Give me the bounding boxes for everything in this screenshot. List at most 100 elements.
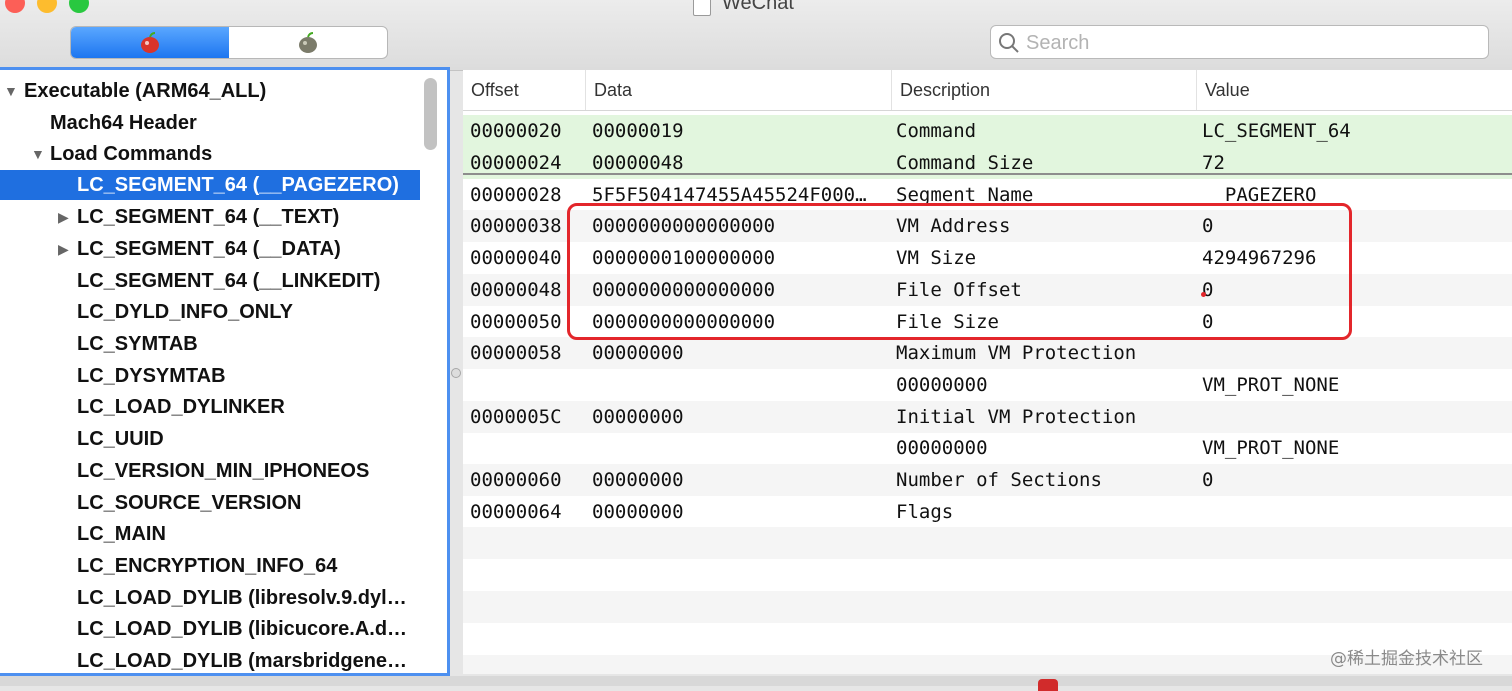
table-row[interactable]: 00000064 00000000 Flags	[463, 496, 1512, 528]
tree-item-load-dylib-libicucore[interactable]: LC_LOAD_DYLIB (libicucore.A.d…	[0, 614, 420, 644]
tree-item-label: LC_LOAD_DYLIB (libresolv.9.dyl…	[77, 587, 407, 609]
tree-item-main[interactable]: LC_MAIN	[0, 519, 420, 549]
tree-item-load-dylinker[interactable]: LC_LOAD_DYLINKER	[0, 392, 420, 422]
offset-cell: 00000064	[470, 501, 562, 523]
offset-cell: 00000058	[470, 342, 562, 364]
data-cell: 00000000	[592, 501, 684, 523]
value-cell: VM_PROT_NONE	[1202, 374, 1340, 396]
segment-raw-view[interactable]	[71, 27, 229, 58]
tree-item-label: LC_MAIN	[77, 523, 166, 545]
table-row[interactable]: 00000058 00000000 Maximum VM Protection	[463, 337, 1512, 369]
tree-item-source-version[interactable]: LC_SOURCE_VERSION	[0, 488, 420, 518]
disclosure-expanded-icon[interactable]: ▼	[4, 76, 18, 106]
description-cell: 00000000	[896, 437, 988, 459]
table-row[interactable]: 00000060 00000000 Number of Sections 0	[463, 464, 1512, 496]
tree-item-label: LC_ENCRYPTION_INFO_64	[77, 555, 338, 577]
table-row[interactable]: 00000020 00000019 Command LC_SEGMENT_64	[463, 115, 1512, 147]
description-cell: Command	[896, 120, 977, 142]
split-view-handle[interactable]	[451, 368, 461, 378]
search-field[interactable]	[990, 25, 1489, 59]
tree-item-load-commands[interactable]: ▼ Load Commands	[0, 139, 420, 169]
tree-item-label: LC_LOAD_DYLIB (marsbridgene…	[77, 650, 408, 672]
tree-item-encryption-info[interactable]: LC_ENCRYPTION_INFO_64	[0, 551, 420, 581]
tree-item-label: LC_VERSION_MIN_IPHONEOS	[77, 460, 370, 482]
tree-item-segment-text[interactable]: ▶ LC_SEGMENT_64 (__TEXT)	[0, 202, 420, 232]
tree-item-version-min-iphoneos[interactable]: LC_VERSION_MIN_IPHONEOS	[0, 456, 420, 486]
table-row[interactable]: 0000005C 00000000 Initial VM Protection	[463, 401, 1512, 433]
tree-item-label: LC_LOAD_DYLIB (libicucore.A.d…	[77, 618, 408, 640]
tree-item-segment-data[interactable]: ▶ LC_SEGMENT_64 (__DATA)	[0, 234, 420, 264]
column-header-data[interactable]: Data	[585, 70, 891, 110]
tree-item-label: LC_SYMTAB	[77, 333, 198, 355]
offset-cell: 00000048	[470, 279, 562, 301]
stop-icon	[1038, 679, 1058, 691]
offset-cell: 00000038	[470, 215, 562, 237]
tree-item-label: LC_SEGMENT_64 (__PAGEZERO)	[77, 174, 399, 196]
disclosure-collapsed-icon[interactable]: ▶	[58, 234, 69, 264]
search-icon	[999, 33, 1019, 53]
description-cell: Maximum VM Protection	[896, 342, 1137, 364]
offset-cell: 00000040	[470, 247, 562, 269]
column-header-description[interactable]: Description	[891, 70, 1197, 110]
offset-cell: 00000028	[470, 184, 562, 206]
tree-item-executable[interactable]: ▼ Executable (ARM64_ALL)	[0, 76, 420, 106]
column-header-offset[interactable]: Offset	[463, 70, 585, 110]
load-commands-tree[interactable]: ▼ Executable (ARM64_ALL) Mach64 Header ▼…	[0, 67, 450, 676]
annotation-highlight-box	[567, 203, 1352, 340]
table-row[interactable]: 00000000 VM_PROT_NONE	[463, 432, 1512, 464]
tree-item-segment-pagezero[interactable]: LC_SEGMENT_64 (__PAGEZERO)	[0, 170, 420, 200]
gray-apple-icon	[299, 31, 317, 53]
value-cell: 0	[1202, 469, 1214, 491]
tree-item-mach64-header[interactable]: Mach64 Header	[0, 108, 420, 138]
view-segmented-control[interactable]	[70, 26, 388, 59]
zoom-window-button[interactable]	[69, 0, 89, 13]
offset-cell: 00000020	[470, 120, 562, 142]
tree-item-symtab[interactable]: LC_SYMTAB	[0, 329, 420, 359]
tree-item-label: LC_UUID	[77, 428, 164, 450]
red-apple-icon	[141, 31, 159, 53]
tree-item-load-dylib-libresolv[interactable]: LC_LOAD_DYLIB (libresolv.9.dyl…	[0, 583, 420, 613]
tree-scrollbar-thumb[interactable]	[424, 78, 437, 150]
offset-cell: 00000050	[470, 311, 562, 333]
tree-item-label: LC_LOAD_DYLINKER	[77, 396, 285, 418]
detail-table[interactable]: Offset Data Description Value 00000020 0…	[463, 70, 1512, 674]
tree-item-dyld-info-only[interactable]: LC_DYLD_INFO_ONLY	[0, 297, 420, 327]
description-cell: Initial VM Protection	[896, 406, 1137, 428]
description-cell: 00000000	[896, 374, 988, 396]
data-cell: 00000019	[592, 120, 684, 142]
value-cell: VM_PROT_NONE	[1202, 437, 1340, 459]
tree-item-load-dylib-marsbridge[interactable]: LC_LOAD_DYLIB (marsbridgene…	[0, 646, 420, 673]
close-window-button[interactable]	[5, 0, 25, 13]
search-input[interactable]	[1024, 29, 1478, 57]
tree-item-dysymtab[interactable]: LC_DYSYMTAB	[0, 361, 420, 391]
document-icon	[693, 0, 711, 16]
data-cell: 00000000	[592, 469, 684, 491]
tree-item-label: Mach64 Header	[50, 112, 197, 134]
offset-cell: 00000060	[470, 469, 562, 491]
window-title: WeChat	[722, 0, 794, 14]
minimize-window-button[interactable]	[37, 0, 57, 13]
bottom-status-bar	[0, 676, 1512, 686]
offset-cell: 0000005C	[470, 406, 562, 428]
tree-item-label: LC_DYLD_INFO_ONLY	[77, 301, 293, 323]
annotation-dot	[1201, 292, 1206, 297]
tree-item-uuid[interactable]: LC_UUID	[0, 424, 420, 454]
description-cell: Number of Sections	[896, 469, 1102, 491]
empty-row	[463, 527, 1512, 559]
table-row[interactable]: 00000000 VM_PROT_NONE	[463, 369, 1512, 401]
data-cell: 00000000	[592, 342, 684, 364]
tree-item-label: LC_SOURCE_VERSION	[77, 492, 302, 514]
value-cell: LC_SEGMENT_64	[1202, 120, 1351, 142]
column-header-value[interactable]: Value	[1196, 70, 1512, 110]
tree-item-segment-linkedit[interactable]: LC_SEGMENT_64 (__LINKEDIT)	[0, 266, 420, 296]
description-cell: Flags	[896, 501, 954, 523]
disclosure-collapsed-icon[interactable]: ▶	[58, 202, 69, 232]
group-separator	[463, 173, 1512, 175]
tree-item-label: Executable (ARM64_ALL)	[24, 80, 267, 102]
tree-item-label: Load Commands	[50, 143, 213, 165]
segment-rva-view[interactable]	[229, 27, 387, 58]
watermark: @稀土掘金技术社区	[1330, 649, 1483, 669]
table-header: Offset Data Description Value	[463, 70, 1512, 111]
data-cell: 00000000	[592, 406, 684, 428]
disclosure-expanded-icon[interactable]: ▼	[31, 139, 45, 169]
